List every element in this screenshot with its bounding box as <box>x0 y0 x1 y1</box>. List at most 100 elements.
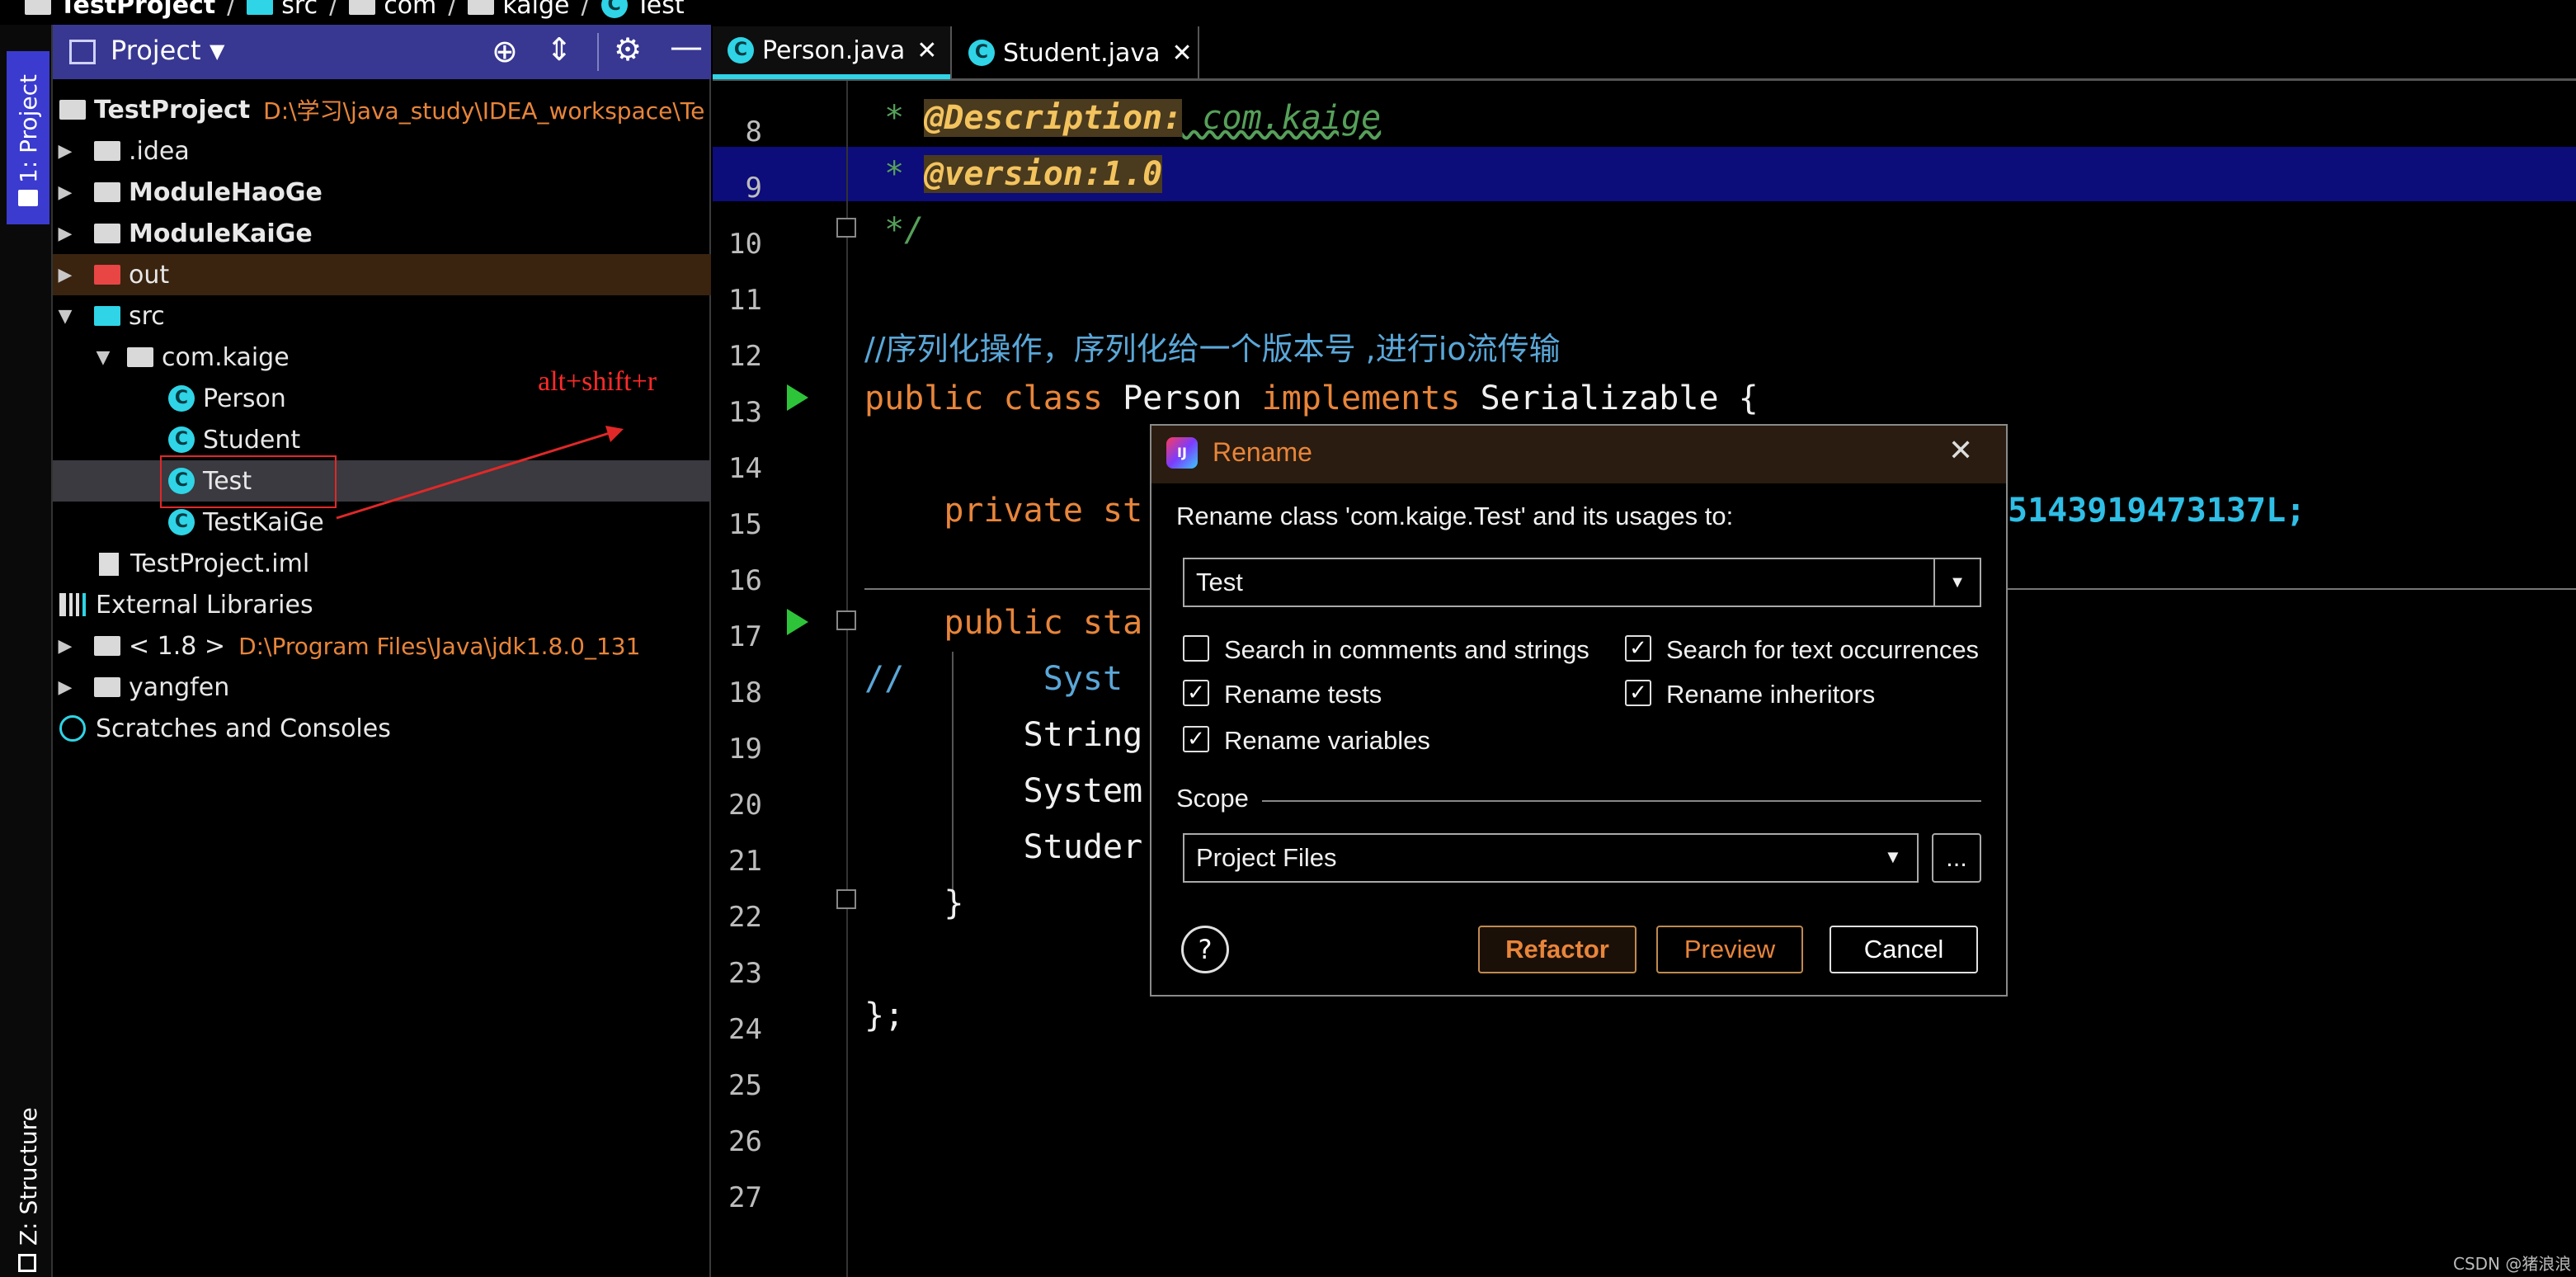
breadcrumb-item-src[interactable]: src <box>247 0 318 20</box>
fold-marker-icon[interactable] <box>836 610 856 630</box>
code-line-19[interactable]: String <box>864 716 1143 754</box>
expand-arrow-icon[interactable]: ▶ <box>53 636 78 657</box>
shortcut-annotation: alt+shift+r <box>538 366 657 397</box>
breadcrumb-separator: / <box>227 0 236 20</box>
preview-button[interactable]: Preview <box>1656 926 1803 973</box>
code-line-21[interactable]: Studer <box>864 828 1143 866</box>
minimize-icon[interactable]: — <box>670 28 703 66</box>
line-number: 10 <box>728 228 762 261</box>
collapse-all-icon[interactable]: ⇕ <box>546 31 572 68</box>
line-number: 26 <box>728 1125 762 1158</box>
project-folder-icon <box>25 0 51 15</box>
module-folder-icon <box>94 182 120 202</box>
run-class-icon[interactable] <box>787 384 808 411</box>
project-view-title[interactable]: Project <box>111 35 200 66</box>
code-line-10[interactable]: */ <box>864 211 924 249</box>
code-line-8[interactable]: * @Description: com.kaige <box>864 99 1381 137</box>
tree-item-idea[interactable]: ▶ .idea <box>53 130 711 172</box>
line-number: 22 <box>728 901 762 934</box>
code-line-18[interactable]: // Syst <box>864 660 1123 698</box>
tree-item-external-libraries[interactable]: External Libraries <box>53 584 711 625</box>
code-line-13[interactable]: public class Person implements Serializa… <box>864 379 1759 417</box>
code-line-9[interactable]: * @version:1.0 <box>864 155 1163 193</box>
tree-item-src[interactable]: ▼ src <box>53 295 711 337</box>
close-icon[interactable]: ✕ <box>1948 434 1973 468</box>
highlight-box <box>160 455 337 508</box>
line-number: 25 <box>728 1069 762 1102</box>
expand-arrow-icon[interactable]: ▶ <box>53 224 78 244</box>
breadcrumb-separator: / <box>448 0 457 20</box>
code-line-24[interactable]: }; <box>864 997 904 1034</box>
expand-arrow-icon[interactable]: ▶ <box>53 677 78 698</box>
tree-item-modulekaige[interactable]: ▶ ModuleKaiGe <box>53 213 711 254</box>
tree-item-jdk[interactable]: ▶ < 1.8 > D:\Program Files\Java\jdk1.8.0… <box>53 625 711 667</box>
gear-icon[interactable]: ⚙ <box>614 31 642 68</box>
checkbox-rename-tests[interactable]: ✓ <box>1183 680 1209 706</box>
fold-marker-icon[interactable] <box>836 218 856 238</box>
chevron-down-icon[interactable]: ▼ <box>210 40 224 63</box>
collapse-arrow-icon[interactable]: ▼ <box>53 306 78 327</box>
option-label: Rename inheritors <box>1666 680 1876 709</box>
code-line-15-tail[interactable]: 5143919473137L; <box>2008 492 2305 530</box>
refactor-button[interactable]: Refactor <box>1478 926 1636 973</box>
watermark: CSDN @猪浪浪 <box>2453 1254 2572 1274</box>
run-method-icon[interactable] <box>787 609 808 635</box>
class-icon: C <box>728 37 754 64</box>
scope-label: Scope <box>1176 784 1249 813</box>
structure-tool-tab[interactable]: Z: Structure <box>7 1089 49 1277</box>
folder-icon <box>18 190 38 206</box>
close-icon[interactable]: ✕ <box>916 36 937 65</box>
line-number: 18 <box>728 676 762 709</box>
breadcrumb-item-com[interactable]: com <box>349 0 436 20</box>
checkbox-rename-inheritors[interactable]: ✓ <box>1625 680 1651 706</box>
project-panel-header: Project ▼ ⊕ ⇕ ⚙ — <box>53 25 711 79</box>
name-history-dropdown[interactable]: ▼ <box>1933 558 1981 607</box>
line-number: 15 <box>728 508 762 541</box>
checkbox-rename-variables[interactable]: ✓ <box>1183 726 1209 752</box>
tree-item-out[interactable]: ▶ out <box>53 254 711 295</box>
code-line-15[interactable]: private st <box>864 492 1142 530</box>
expand-arrow-icon[interactable]: ▶ <box>53 265 78 285</box>
collapse-arrow-icon[interactable]: ▼ <box>91 347 115 368</box>
class-icon: C <box>600 0 628 18</box>
fold-marker-icon[interactable] <box>836 889 856 909</box>
tree-item-modulehaoge[interactable]: ▶ ModuleHaoGe <box>53 172 711 213</box>
line-number: 14 <box>728 452 762 485</box>
new-name-input[interactable]: Test <box>1183 558 1935 607</box>
tree-item-testproject-iml[interactable]: TestProject.iml <box>53 543 711 584</box>
code-line-17[interactable]: public sta <box>864 604 1142 642</box>
tab-student-java[interactable]: C Student.java ✕ <box>954 26 1198 79</box>
iml-file-icon <box>99 553 119 576</box>
line-number: 24 <box>728 1013 762 1046</box>
checkbox-search-text[interactable]: ✓ <box>1625 635 1651 662</box>
option-label: Search in comments and strings <box>1224 635 1589 664</box>
close-icon[interactable]: ✕ <box>1172 39 1193 68</box>
code-line-22[interactable]: } <box>864 884 963 922</box>
scope-browse-button[interactable]: ... <box>1932 833 1981 883</box>
editor-tab-bar: C Person.java ✕ C Student.java ✕ <box>713 25 2576 81</box>
cancel-button[interactable]: Cancel <box>1830 926 1978 973</box>
package-icon <box>349 0 376 15</box>
line-number: 21 <box>728 845 762 878</box>
breadcrumb-item-project[interactable]: TestProject <box>25 0 215 20</box>
breadcrumb-item-kaige[interactable]: kaige <box>468 0 569 20</box>
toolbar-divider <box>597 33 599 71</box>
checkbox-search-comments[interactable] <box>1183 635 1209 662</box>
locate-icon[interactable]: ⊕ <box>492 33 518 69</box>
project-tool-tab[interactable]: 1: Project <box>7 51 49 224</box>
scope-select[interactable]: Project Files ▼ <box>1183 833 1919 883</box>
module-folder-icon <box>94 224 120 243</box>
code-line-20[interactable]: System <box>864 772 1143 810</box>
tree-item-scratches[interactable]: Scratches and Consoles <box>53 708 711 749</box>
expand-arrow-icon[interactable]: ▶ <box>53 141 78 162</box>
scratches-icon <box>59 715 86 742</box>
code-line-12[interactable]: //序列化操作，序列化给一个版本号 ,进行io流传输 <box>864 323 1561 369</box>
help-button[interactable]: ? <box>1181 926 1229 973</box>
tree-item-testproject[interactable]: TestProject D:\学习\java_study\IDEA_worksp… <box>53 89 711 130</box>
breadcrumb-item-test[interactable]: C Test <box>600 0 685 20</box>
intellij-logo-icon: IJ <box>1166 437 1198 469</box>
option-label: Rename tests <box>1224 680 1382 709</box>
tab-person-java[interactable]: C Person.java ✕ <box>713 26 950 79</box>
expand-arrow-icon[interactable]: ▶ <box>53 182 78 203</box>
tree-item-yangfen[interactable]: ▶ yangfen <box>53 667 711 708</box>
